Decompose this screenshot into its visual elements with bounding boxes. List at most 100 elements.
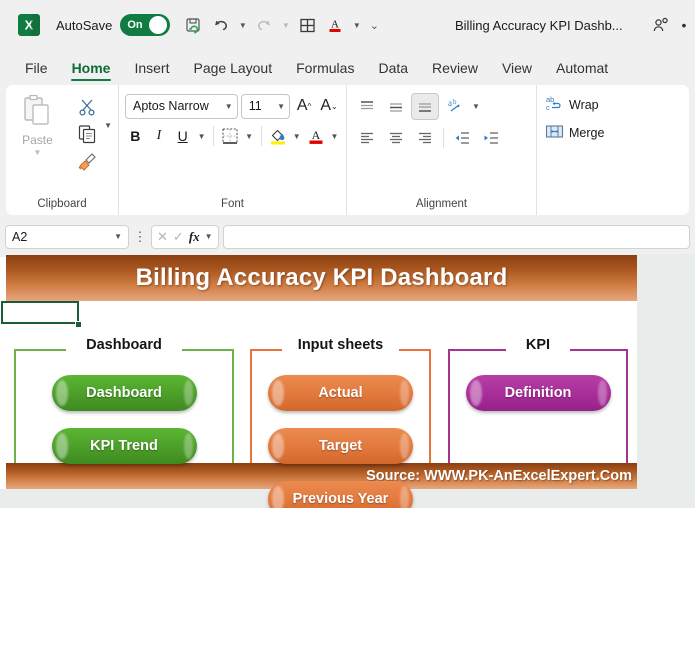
underline-button[interactable]: U <box>172 123 193 149</box>
wrap-text-icon: ab c <box>545 94 564 116</box>
formula-bar-options-icon[interactable]: ⋮ <box>133 230 147 243</box>
align-middle-icon[interactable] <box>382 93 410 120</box>
copy-icon[interactable] <box>75 122 99 146</box>
undo-icon[interactable] <box>208 12 234 38</box>
button-dashboard-label: Dashboard <box>86 385 162 401</box>
fill-color-icon[interactable] <box>267 123 288 149</box>
pill-glint-right <box>183 380 193 406</box>
svg-text:c: c <box>546 103 550 112</box>
tab-home[interactable]: Home <box>61 57 122 83</box>
button-actual-label: Actual <box>318 385 363 401</box>
pill-glint-left <box>55 380 68 406</box>
insert-function-icon[interactable]: fx <box>189 229 200 245</box>
tab-file[interactable]: File <box>14 57 59 83</box>
tab-formulas[interactable]: Formulas <box>285 57 365 83</box>
decrease-font-size-icon[interactable]: A ⌄ <box>318 93 340 119</box>
ribbon: Paste ▼ ▼ Clipboard Aptos Narrow ▼ 11 ▼ … <box>0 83 695 219</box>
italic-button[interactable]: I <box>149 123 170 149</box>
align-top-icon[interactable] <box>353 93 381 120</box>
wrap-text-button[interactable]: ab c Wrap <box>543 91 650 119</box>
font-size-input[interactable]: 11 ▼ <box>240 93 291 119</box>
redo-dropdown-caret-icon[interactable]: ▼ <box>279 12 292 38</box>
pill-glint-left <box>272 380 284 406</box>
save-refresh-icon[interactable] <box>180 12 206 38</box>
button-target-label: Target <box>318 438 363 454</box>
font-color-icon[interactable]: A <box>322 12 348 38</box>
enter-icon[interactable]: ✓ <box>173 229 184 245</box>
scissors-icon[interactable] <box>75 95 99 119</box>
svg-text:A: A <box>331 19 339 31</box>
button-definition[interactable]: Definition <box>465 375 611 411</box>
pill-glint-left <box>55 433 68 459</box>
wrap-text-label: Wrap <box>569 98 599 112</box>
font-group-title: Font <box>220 198 244 210</box>
format-painter-icon[interactable] <box>75 149 99 173</box>
font-color-dropdown-caret-icon[interactable]: ▼ <box>350 12 363 38</box>
ribbon-group-alignment: a b ▼ Alignment <box>346 85 536 215</box>
person-share-icon[interactable] <box>647 12 673 38</box>
align-left-icon[interactable] <box>353 124 381 151</box>
paste-dropdown-caret-icon[interactable]: ▼ <box>34 148 42 157</box>
fill-handle[interactable] <box>75 321 82 328</box>
worksheet-area[interactable]: Billing Accuracy KPI Dashboard Dashboard… <box>0 254 695 508</box>
sheet-canvas[interactable]: Billing Accuracy KPI Dashboard Dashboard… <box>0 254 637 508</box>
selected-cell-a2[interactable] <box>1 301 79 324</box>
decrease-indent-icon[interactable] <box>448 124 476 151</box>
tab-data[interactable]: Data <box>367 57 419 83</box>
formula-expand-caret-icon[interactable]: ▼ <box>205 232 213 241</box>
pill-glint-right <box>400 486 409 508</box>
button-dashboard[interactable]: Dashboard <box>51 375 197 411</box>
table-icon[interactable] <box>294 12 320 38</box>
font-name-caret-icon[interactable]: ▼ <box>225 102 233 111</box>
undo-dropdown-caret-icon[interactable]: ▼ <box>236 12 249 38</box>
increase-indent-icon[interactable] <box>477 124 505 151</box>
font-color-caret-icon[interactable]: ▼ <box>329 123 340 149</box>
svg-text:A: A <box>311 128 320 142</box>
merge-cells-label: Merge <box>569 126 605 140</box>
orientation-caret-icon[interactable]: ▼ <box>469 94 483 120</box>
underline-caret-icon[interactable]: ▼ <box>196 123 207 149</box>
borders-icon[interactable] <box>220 123 241 149</box>
tab-view[interactable]: View <box>491 57 543 83</box>
pill-glint-right <box>597 380 607 406</box>
align-bottom-icon[interactable] <box>411 93 439 120</box>
autosave-toggle[interactable]: On <box>120 14 171 36</box>
cancel-icon[interactable]: ✕ <box>157 229 168 245</box>
align-center-icon[interactable] <box>382 124 410 151</box>
merge-cells-icon <box>545 122 564 144</box>
button-target[interactable]: Target <box>268 428 413 464</box>
ribbon-tab-bar: File Home Insert Page Layout Formulas Da… <box>0 50 695 83</box>
formula-input[interactable] <box>222 224 690 249</box>
clipboard-group-title: Clipboard <box>37 198 87 210</box>
redo-icon[interactable] <box>251 12 277 38</box>
customize-quick-access-toolbar-icon[interactable]: ⌄ <box>365 12 383 38</box>
merge-cells-button[interactable]: Merge <box>543 119 650 147</box>
fill-color-caret-icon[interactable]: ▼ <box>291 123 302 149</box>
more-options-icon[interactable]: • <box>677 12 691 38</box>
button-kpi-trend[interactable]: KPI Trend <box>51 428 197 464</box>
tab-page-layout[interactable]: Page Layout <box>182 57 283 83</box>
font-color-icon[interactable]: A <box>305 123 326 149</box>
clipboard-more-caret-icon[interactable]: ▼ <box>104 121 112 130</box>
paste-button[interactable]: Paste ▼ <box>12 91 63 195</box>
text-orientation-icon[interactable]: a b <box>440 93 468 120</box>
svg-text:a: a <box>448 98 452 108</box>
toggle-knob <box>149 16 168 34</box>
alignment-divider <box>443 127 444 148</box>
tab-insert[interactable]: Insert <box>123 57 180 83</box>
tab-review[interactable]: Review <box>421 57 489 83</box>
button-previous-year[interactable]: Previous Year <box>268 481 413 508</box>
tab-automate[interactable]: Automat <box>545 57 619 83</box>
borders-caret-icon[interactable]: ▼ <box>244 123 255 149</box>
name-box-caret-icon[interactable]: ▼ <box>114 232 122 241</box>
font-name-value: Aptos Narrow <box>133 99 209 113</box>
font-name-input[interactable]: Aptos Narrow ▼ <box>125 93 238 119</box>
pill-glint-right <box>400 380 409 406</box>
increase-font-size-icon[interactable]: A ^ <box>293 93 315 119</box>
font-size-caret-icon[interactable]: ▼ <box>277 102 285 111</box>
bold-button[interactable]: B <box>125 123 146 149</box>
panel-dashboard-buttons: Dashboard KPI Trend <box>14 375 234 464</box>
button-actual[interactable]: Actual <box>268 375 413 411</box>
align-right-icon[interactable] <box>411 124 439 151</box>
name-box[interactable]: A2 ▼ <box>5 224 129 249</box>
